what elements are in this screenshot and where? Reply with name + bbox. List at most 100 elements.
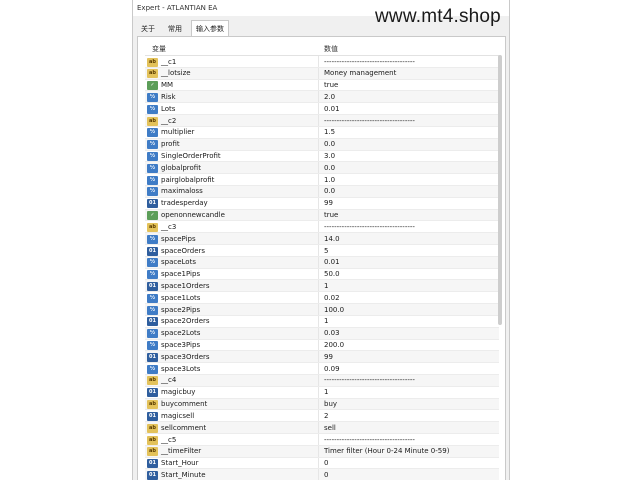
table-row[interactable]: ½ maximaloss 0.0 xyxy=(145,185,499,198)
table-row[interactable]: ½ space3Lots 0.09 xyxy=(145,363,499,375)
table-row[interactable]: ½ Risk 2.0 xyxy=(145,91,499,104)
table-row[interactable]: ab __c1 ----------------------------------… xyxy=(145,56,499,68)
double-type-icon: ½ xyxy=(147,329,158,339)
table-row[interactable]: ✓ openonnewcandle true xyxy=(145,209,499,222)
column-divider xyxy=(318,280,319,292)
column-header-value[interactable]: 数值 xyxy=(324,44,338,54)
parameter-name: MM xyxy=(161,81,174,90)
scrollbar-thumb[interactable] xyxy=(498,55,502,325)
table-row[interactable]: ½ profit 0.0 xyxy=(145,138,499,151)
parameter-value[interactable]: ------------------------------------ xyxy=(324,376,494,384)
parameter-name: __c5 xyxy=(161,435,177,444)
parameter-value[interactable]: 99 xyxy=(324,353,494,361)
parameter-value[interactable]: 0.01 xyxy=(324,258,494,266)
table-row[interactable]: ½ globalprofit 0.0 xyxy=(145,162,499,175)
parameter-value[interactable]: 0.01 xyxy=(324,105,494,113)
parameter-value[interactable]: 1 xyxy=(324,388,494,396)
parameter-value[interactable]: 200.0 xyxy=(324,341,494,349)
parameter-value[interactable]: 0.03 xyxy=(324,329,494,337)
table-row[interactable]: ½ pairglobalprofit 1.0 xyxy=(145,174,499,186)
column-divider xyxy=(318,315,319,327)
parameter-value[interactable]: 0.02 xyxy=(324,294,494,302)
parameter-value[interactable]: 0.0 xyxy=(324,140,494,148)
vertical-scrollbar[interactable] xyxy=(497,55,503,475)
parameter-name: profit xyxy=(161,140,180,149)
parameter-value[interactable]: 3.0 xyxy=(324,152,494,160)
parameter-name: space2Lots xyxy=(161,329,201,338)
column-divider xyxy=(318,292,319,304)
parameter-value[interactable]: Timer filter (Hour 0-24 Minute 0-59) xyxy=(324,447,494,455)
tab-about[interactable]: 关于 xyxy=(137,22,159,36)
parameter-value[interactable]: 2 xyxy=(324,412,494,420)
table-row[interactable]: ab __c2 ----------------------------------… xyxy=(145,115,499,127)
bool-type-icon: ✓ xyxy=(147,81,158,91)
parameter-value[interactable]: 100.0 xyxy=(324,306,494,314)
table-row[interactable]: ½ space1Pips 50.0 xyxy=(145,268,499,281)
parameter-name: maximaloss xyxy=(161,187,203,196)
table-row[interactable]: ab sellcomment sell xyxy=(145,422,499,434)
parameter-value[interactable]: ------------------------------------ xyxy=(324,436,494,444)
table-row[interactable]: ab __c4 ----------------------------------… xyxy=(145,374,499,387)
parameter-value[interactable]: 0 xyxy=(324,471,494,479)
parameter-value[interactable]: 1 xyxy=(324,282,494,290)
string-type-icon: ab xyxy=(147,447,158,457)
parameter-value[interactable]: sell xyxy=(324,424,494,432)
table-row[interactable]: ab buycomment buy xyxy=(145,398,499,411)
table-row[interactable]: ½ spacePips 14.0 xyxy=(145,233,499,245)
tab-common[interactable]: 常用 xyxy=(164,22,186,36)
column-header-variable[interactable]: 变量 xyxy=(152,44,166,54)
parameter-value[interactable]: 14.0 xyxy=(324,235,494,243)
integer-type-icon: 01 xyxy=(147,317,158,327)
bool-type-icon: ✓ xyxy=(147,211,158,221)
table-row[interactable]: ½ space2Lots 0.03 xyxy=(145,327,499,340)
table-row[interactable]: 01 tradesperday 99 xyxy=(145,197,499,210)
parameter-value[interactable]: 1.0 xyxy=(324,176,494,184)
parameter-value[interactable]: 2.0 xyxy=(324,93,494,101)
table-row[interactable]: 01 magicbuy 1 xyxy=(145,386,499,399)
table-row[interactable]: 01 Start_Hour 0 xyxy=(145,457,499,470)
parameter-value[interactable]: buy xyxy=(324,400,494,408)
parameter-rows: ab __c1 ----------------------------------… xyxy=(145,56,499,480)
table-row[interactable]: 01 Start_Minute 0 xyxy=(145,469,499,480)
table-row[interactable]: ✓ MM true xyxy=(145,79,499,92)
table-row[interactable]: 01 space1Orders 1 xyxy=(145,280,499,293)
table-row[interactable]: ab __c3 ----------------------------------… xyxy=(145,221,499,234)
parameter-value[interactable]: 0.09 xyxy=(324,365,494,373)
table-row[interactable]: 01 magicsell 2 xyxy=(145,410,499,423)
tab-inputs[interactable]: 输入参数 xyxy=(191,20,229,37)
parameter-value[interactable]: 0.0 xyxy=(324,164,494,172)
parameter-value[interactable]: true xyxy=(324,81,494,89)
table-row[interactable]: ab __timeFilter Timer filter (Hour 0-24 Mi… xyxy=(145,445,499,458)
parameter-value[interactable]: 1 xyxy=(324,317,494,325)
table-row[interactable]: 01 space3Orders 99 xyxy=(145,351,499,364)
parameter-name: __timeFilter xyxy=(161,447,202,456)
double-type-icon: ½ xyxy=(147,305,158,315)
parameter-value[interactable]: 0 xyxy=(324,459,494,467)
column-divider xyxy=(318,221,319,233)
parameter-value[interactable]: 1.5 xyxy=(324,128,494,136)
table-row[interactable]: ab __lotsize Money management xyxy=(145,67,499,80)
parameter-value[interactable]: 0.0 xyxy=(324,187,494,195)
table-row[interactable]: ½ Lots 0.01 xyxy=(145,103,499,116)
table-row[interactable]: ½ space3Pips 200.0 xyxy=(145,339,499,352)
parameter-name: spaceOrders xyxy=(161,246,206,255)
parameter-value[interactable]: Money management xyxy=(324,69,494,77)
parameter-value[interactable]: true xyxy=(324,211,494,219)
parameter-value[interactable]: ------------------------------------ xyxy=(324,223,494,231)
parameter-value[interactable]: 99 xyxy=(324,199,494,207)
column-divider xyxy=(318,67,319,79)
table-row[interactable]: ½ SingleOrderProfit 3.0 xyxy=(145,150,499,163)
table-row[interactable]: ab __c5 ----------------------------------… xyxy=(145,434,499,446)
table-row[interactable]: ½ spaceLots 0.01 xyxy=(145,256,499,269)
table-row[interactable]: ½ space2Pips 100.0 xyxy=(145,304,499,316)
table-row[interactable]: 01 spaceOrders 5 xyxy=(145,245,499,257)
parameter-value[interactable]: 50.0 xyxy=(324,270,494,278)
table-row[interactable]: ½ multiplier 1.5 xyxy=(145,126,499,139)
parameter-value[interactable]: ------------------------------------ xyxy=(324,117,494,125)
parameter-value[interactable]: 5 xyxy=(324,247,494,255)
parameter-name: __c2 xyxy=(161,116,177,125)
parameter-value[interactable]: ------------------------------------ xyxy=(324,58,494,66)
table-row[interactable]: ½ space1Lots 0.02 xyxy=(145,292,499,305)
column-divider xyxy=(318,91,319,103)
table-row[interactable]: 01 space2Orders 1 xyxy=(145,315,499,328)
